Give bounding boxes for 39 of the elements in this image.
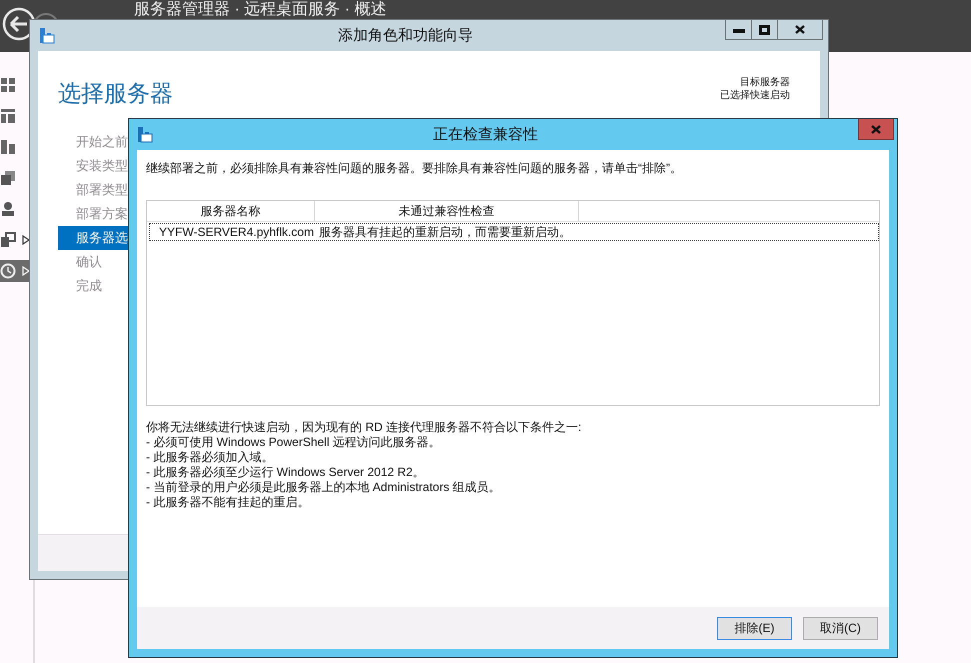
table-cell-text: 服务器具有挂起的重新启动，而需要重新启动。 [318,224,571,240]
close-icon [871,124,881,134]
server-briefcase-icon [137,126,153,142]
server-role-icon [0,139,16,155]
message-line: - 当前登录的用户必须是此服务器上的本地 Administrators 组成员。 [146,480,502,495]
minimize-icon [732,26,744,32]
dialog-title: 正在检查兼容性 [432,125,539,144]
expand-icon [22,266,30,276]
server-role-icon [0,108,16,124]
dialog-button[interactable]: 排除(E) [717,616,792,640]
app-title: 服务器管理器 · 远程桌面服务 · 概述 [134,0,386,19]
server-role-icon [0,263,16,279]
message-line: 你将无法继续进行快速启动，因为现有的 RD 连接代理服务器不符合以下条件之一: [146,420,582,435]
dialog-button[interactable]: 取消(C) [803,616,878,640]
forward-button[interactable] [32,12,60,19]
target-server-label: 目标服务器 [739,76,790,89]
window-title: 添加角色和功能向导 [337,26,474,45]
expand-icon [22,235,30,245]
instruction-text: 继续部署之前，必须排除具有兼容性问题的服务器。要排除具有兼容性问题的服务器，请单击“排除”。 [146,160,683,176]
message-line: - 必须可使用 Windows PowerShell 远程访问此服务器。 [146,435,442,450]
page-heading: 选择服务器 [58,79,173,108]
server-role-icon [0,201,16,217]
message-line: - 此服务器必须加入域。 [146,450,274,465]
sidebar-item[interactable] [0,260,30,282]
server-role-icon [0,232,16,248]
message-line: - 此服务器不能有挂起的重启。 [146,495,310,510]
server-role-icon [0,170,16,186]
maximize-icon [759,24,770,34]
server-role-icon [0,77,16,93]
column-header[interactable]: 服务器名称 [147,201,315,221]
message-line: - 此服务器必须至少运行 Windows Server 2012 R2。 [146,465,426,480]
table-cell-text: YYFW-SERVER4.pyhflk.com [158,224,315,240]
minimize-button[interactable] [725,20,752,40]
close-icon [795,25,805,34]
close-button[interactable] [777,20,823,40]
column-header[interactable]: 未通过兼容性检查 [315,201,579,221]
server-briefcase-icon [39,28,55,44]
target-server-label: 已选择快速启动 [720,89,790,102]
table-row[interactable]: YYFW-SERVER4.pyhflk.com 服务器具有挂起的重新启动，而需要重新启动。 [149,223,879,241]
